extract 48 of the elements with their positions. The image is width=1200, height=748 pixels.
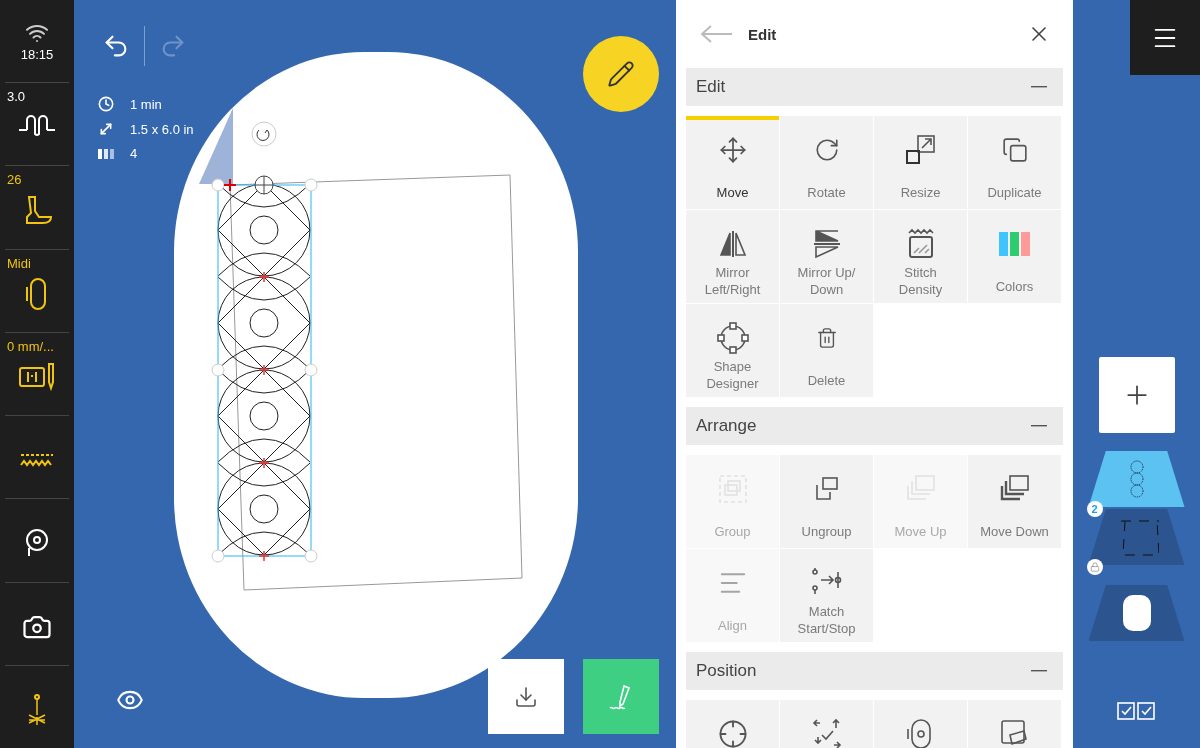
tool-tile[interactable]: Move — [686, 116, 779, 209]
tool-tile[interactable]: Rotate — [780, 116, 873, 209]
color-bars-icon — [98, 147, 114, 160]
hoop-thumbnail-icon — [1120, 593, 1153, 633]
design-thumbnail-icon — [1128, 459, 1145, 499]
layer-count-badge: 2 — [1086, 501, 1103, 517]
tool-tile[interactable]: Shape Designer — [686, 304, 779, 397]
trash-icon — [815, 327, 838, 349]
tool-tile[interactable]: Mirror Left/Right — [686, 210, 779, 303]
setting-value: 26 — [7, 172, 22, 188]
rotate-icon — [813, 137, 840, 163]
duplicate-icon — [1001, 137, 1028, 163]
clock-time: 18:15 — [20, 46, 54, 62]
back-arrow-icon — [700, 24, 734, 44]
clock-icon — [98, 96, 114, 112]
design-info-text: 1.5 x 6.0 in — [130, 121, 194, 137]
section-title: Position — [696, 661, 757, 681]
section-title: Edit — [696, 77, 726, 97]
design-info-text: 1 min — [130, 96, 162, 112]
setting-value: Midi — [7, 255, 31, 271]
shape-nodes-icon — [715, 321, 750, 355]
minus-icon — [1031, 425, 1047, 427]
setting-value: 3.0 — [7, 89, 26, 104]
setting-value: 0 mm/... — [7, 338, 54, 354]
section-title: Arrange — [696, 416, 757, 436]
pencil-icon — [607, 60, 635, 88]
resize-icon — [903, 133, 938, 167]
tool-tile[interactable]: Mirror Up/ Down — [780, 210, 873, 303]
panel-title: Edit — [748, 25, 778, 43]
download-icon — [514, 684, 538, 709]
minus-icon — [1031, 670, 1047, 672]
add-layer-button[interactable] — [1098, 357, 1175, 433]
tool-tile[interactable]: Colors — [968, 210, 1061, 303]
color-bars-icon — [997, 231, 1032, 257]
design-info-text: 4 — [130, 146, 138, 161]
tool-tile[interactable]: Ungroup — [780, 455, 873, 548]
minus-icon — [1031, 86, 1047, 88]
move-arrows-icon — [718, 136, 747, 164]
diagonal-arrows-icon — [98, 121, 114, 137]
crosshair-icon — [717, 719, 748, 748]
tool-tile[interactable]: Resize — [874, 116, 967, 209]
tool-tile[interactable]: Duplicate — [968, 116, 1061, 209]
menu-button[interactable] — [1130, 0, 1200, 75]
tool-tile[interactable]: Match Start/Stop — [780, 549, 873, 642]
tool-tile[interactable]: Stitch Density — [874, 210, 967, 303]
tool-tile[interactable]: Move Down — [968, 455, 1061, 548]
tool-tile[interactable]: Delete — [780, 304, 873, 397]
select-all-checkbox-icon[interactable] — [1116, 701, 1157, 721]
